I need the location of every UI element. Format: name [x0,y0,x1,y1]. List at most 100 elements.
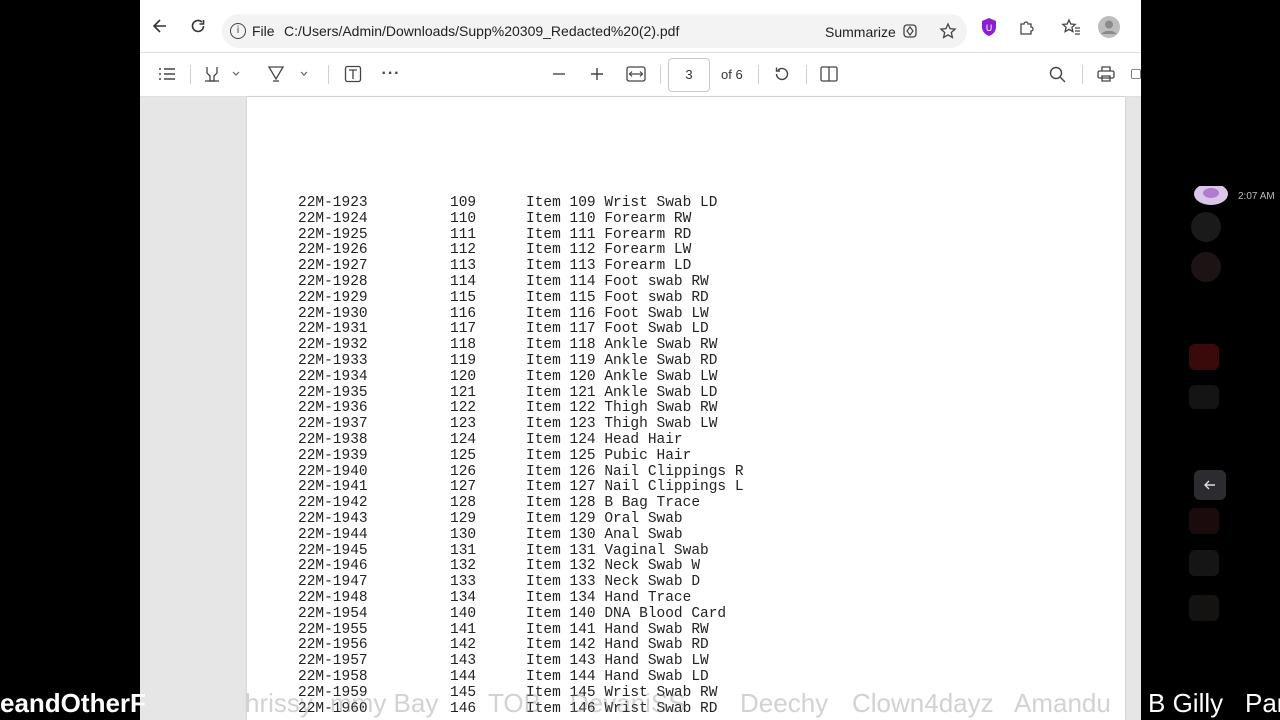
puzzle-icon [1020,21,1034,35]
lab-number: 22M-1946 [298,558,368,575]
favorites-button[interactable] [1058,14,1084,40]
lab-number: 22M-1932 [298,337,368,354]
zoom-out-button[interactable] [548,63,570,85]
pdf-toolbar: ··· 3 of 6 [140,53,1141,97]
chevron-down-icon [232,71,240,76]
favorites-icon [1061,18,1080,35]
back-arrow-icon [152,19,166,33]
item-description: Item 127 Nail Clippings L [526,479,744,496]
page-view-icon [820,66,838,82]
item-number: 112 [450,242,477,259]
print-button[interactable] [1095,63,1117,85]
item-description: Item 115 Foot swab RD [526,289,709,306]
item-description: Item 112 Forearm LW [526,242,692,259]
zoom-in-button[interactable] [586,63,608,85]
faded-avatar [1189,344,1219,370]
lab-number: 22M-1935 [298,384,368,401]
shield-extension-button[interactable]: U [976,14,1002,40]
highlight-button[interactable] [202,63,242,85]
page-number-input[interactable]: 3 [668,58,710,92]
lab-number: 22M-1931 [298,321,368,338]
item-description: Item 125 Pubic Hair [526,447,692,464]
item-description: Item 143 Hand Swab LW [526,653,709,670]
rotate-button[interactable] [771,63,793,85]
item-number: 116 [450,305,477,322]
item-description: Item 110 Forearm RW [526,210,692,227]
item-number: 128 [450,495,477,512]
minus-icon [553,73,565,75]
pdf-viewer[interactable]: 22M-1923 109 Item 109 Wrist Swab LD 22M-192… [140,97,1141,720]
url-text[interactable]: C:/Users/Admin/Downloads/Supp%20309_Reda… [284,23,679,39]
svg-text:U: U [986,24,993,34]
favorite-star-button[interactable] [935,18,961,44]
item-number: 141 [450,621,477,638]
lab-number: 22M-1925 [298,226,368,243]
item-number: 126 [450,463,477,480]
item-number: 134 [450,589,477,606]
lab-number: 22M-1938 [298,431,368,448]
plus-icon [591,68,603,80]
lab-number: 22M-1956 [298,637,368,654]
fit-page-button[interactable] [625,63,647,85]
item-description: Item 144 Hand Swab LD [526,668,709,685]
contents-button[interactable] [156,63,178,85]
item-description: Item 133 Neck Swab D [526,574,701,591]
collapse-panel-button[interactable] [1194,470,1226,500]
item-number: 121 [450,384,477,401]
lab-number: 22M-1944 [298,526,368,543]
toolbar-divider [660,65,661,84]
printer-icon [1097,66,1115,82]
lab-number: 22M-1958 [298,668,368,685]
item-number: 123 [450,416,477,433]
item-description: Item 122 Thigh Swab RW [526,400,718,417]
shield-icon: U [982,18,996,36]
highlighter-icon [205,67,219,82]
lab-number: 22M-1936 [298,400,368,417]
summarize-button[interactable]: Summarize [825,23,918,40]
faded-avatar [1189,385,1219,409]
item-number: 142 [450,637,477,654]
item-description: Item 146 Wrist Swab RD [526,700,718,717]
find-button[interactable] [1046,63,1068,85]
reload-button[interactable] [186,14,210,38]
faded-avatar [1191,252,1221,282]
item-number: 125 [450,447,477,464]
save-button[interactable] [1131,63,1141,85]
item-description: Item 145 Wrist Swab RW [526,684,718,701]
item-description: Item 120 Ankle Swab LW [526,368,718,385]
extensions-button[interactable] [1014,14,1040,40]
arrow-left-icon [1204,480,1215,490]
text-icon [344,65,362,83]
summarize-label: Summarize [825,24,896,40]
draw-button[interactable] [266,63,310,85]
more-options-button[interactable]: ··· [380,63,402,85]
faded-avatar [1191,212,1221,242]
lab-number: 22M-1933 [298,352,368,369]
rotate-icon [775,67,789,81]
item-number: 120 [450,368,477,385]
item-number: 114 [450,273,477,290]
item-number: 115 [450,289,477,306]
item-description: Item 109 Wrist Swab LD [526,195,718,211]
text-button[interactable] [342,63,364,85]
item-number: 119 [450,352,477,369]
toolbar-divider [806,65,807,84]
info-icon[interactable]: i [230,23,246,39]
lab-number: 22M-1940 [298,463,368,480]
table-of-contents-icon [159,68,175,80]
item-number: 113 [450,258,477,275]
lab-number: 22M-1945 [298,542,368,559]
page-view-button[interactable] [818,63,840,85]
ellipsis-icon: ··· [381,65,401,82]
profile-button[interactable] [1096,14,1122,40]
item-description: Item 123 Thigh Swab LW [526,416,718,433]
lab-number: 22M-1928 [298,273,368,290]
url-box[interactable]: i File C:/Users/Admin/Downloads/Supp%203… [222,14,967,48]
item-number: 127 [450,479,477,496]
item-description: Item 134 Hand Trace [526,589,692,606]
item-number: 124 [450,431,477,448]
message-timestamp: 2:07 AM [1238,191,1275,202]
lab-number: 22M-1939 [298,447,368,464]
item-description: Item 130 Anal Swab [526,526,683,543]
back-button[interactable] [148,14,172,38]
